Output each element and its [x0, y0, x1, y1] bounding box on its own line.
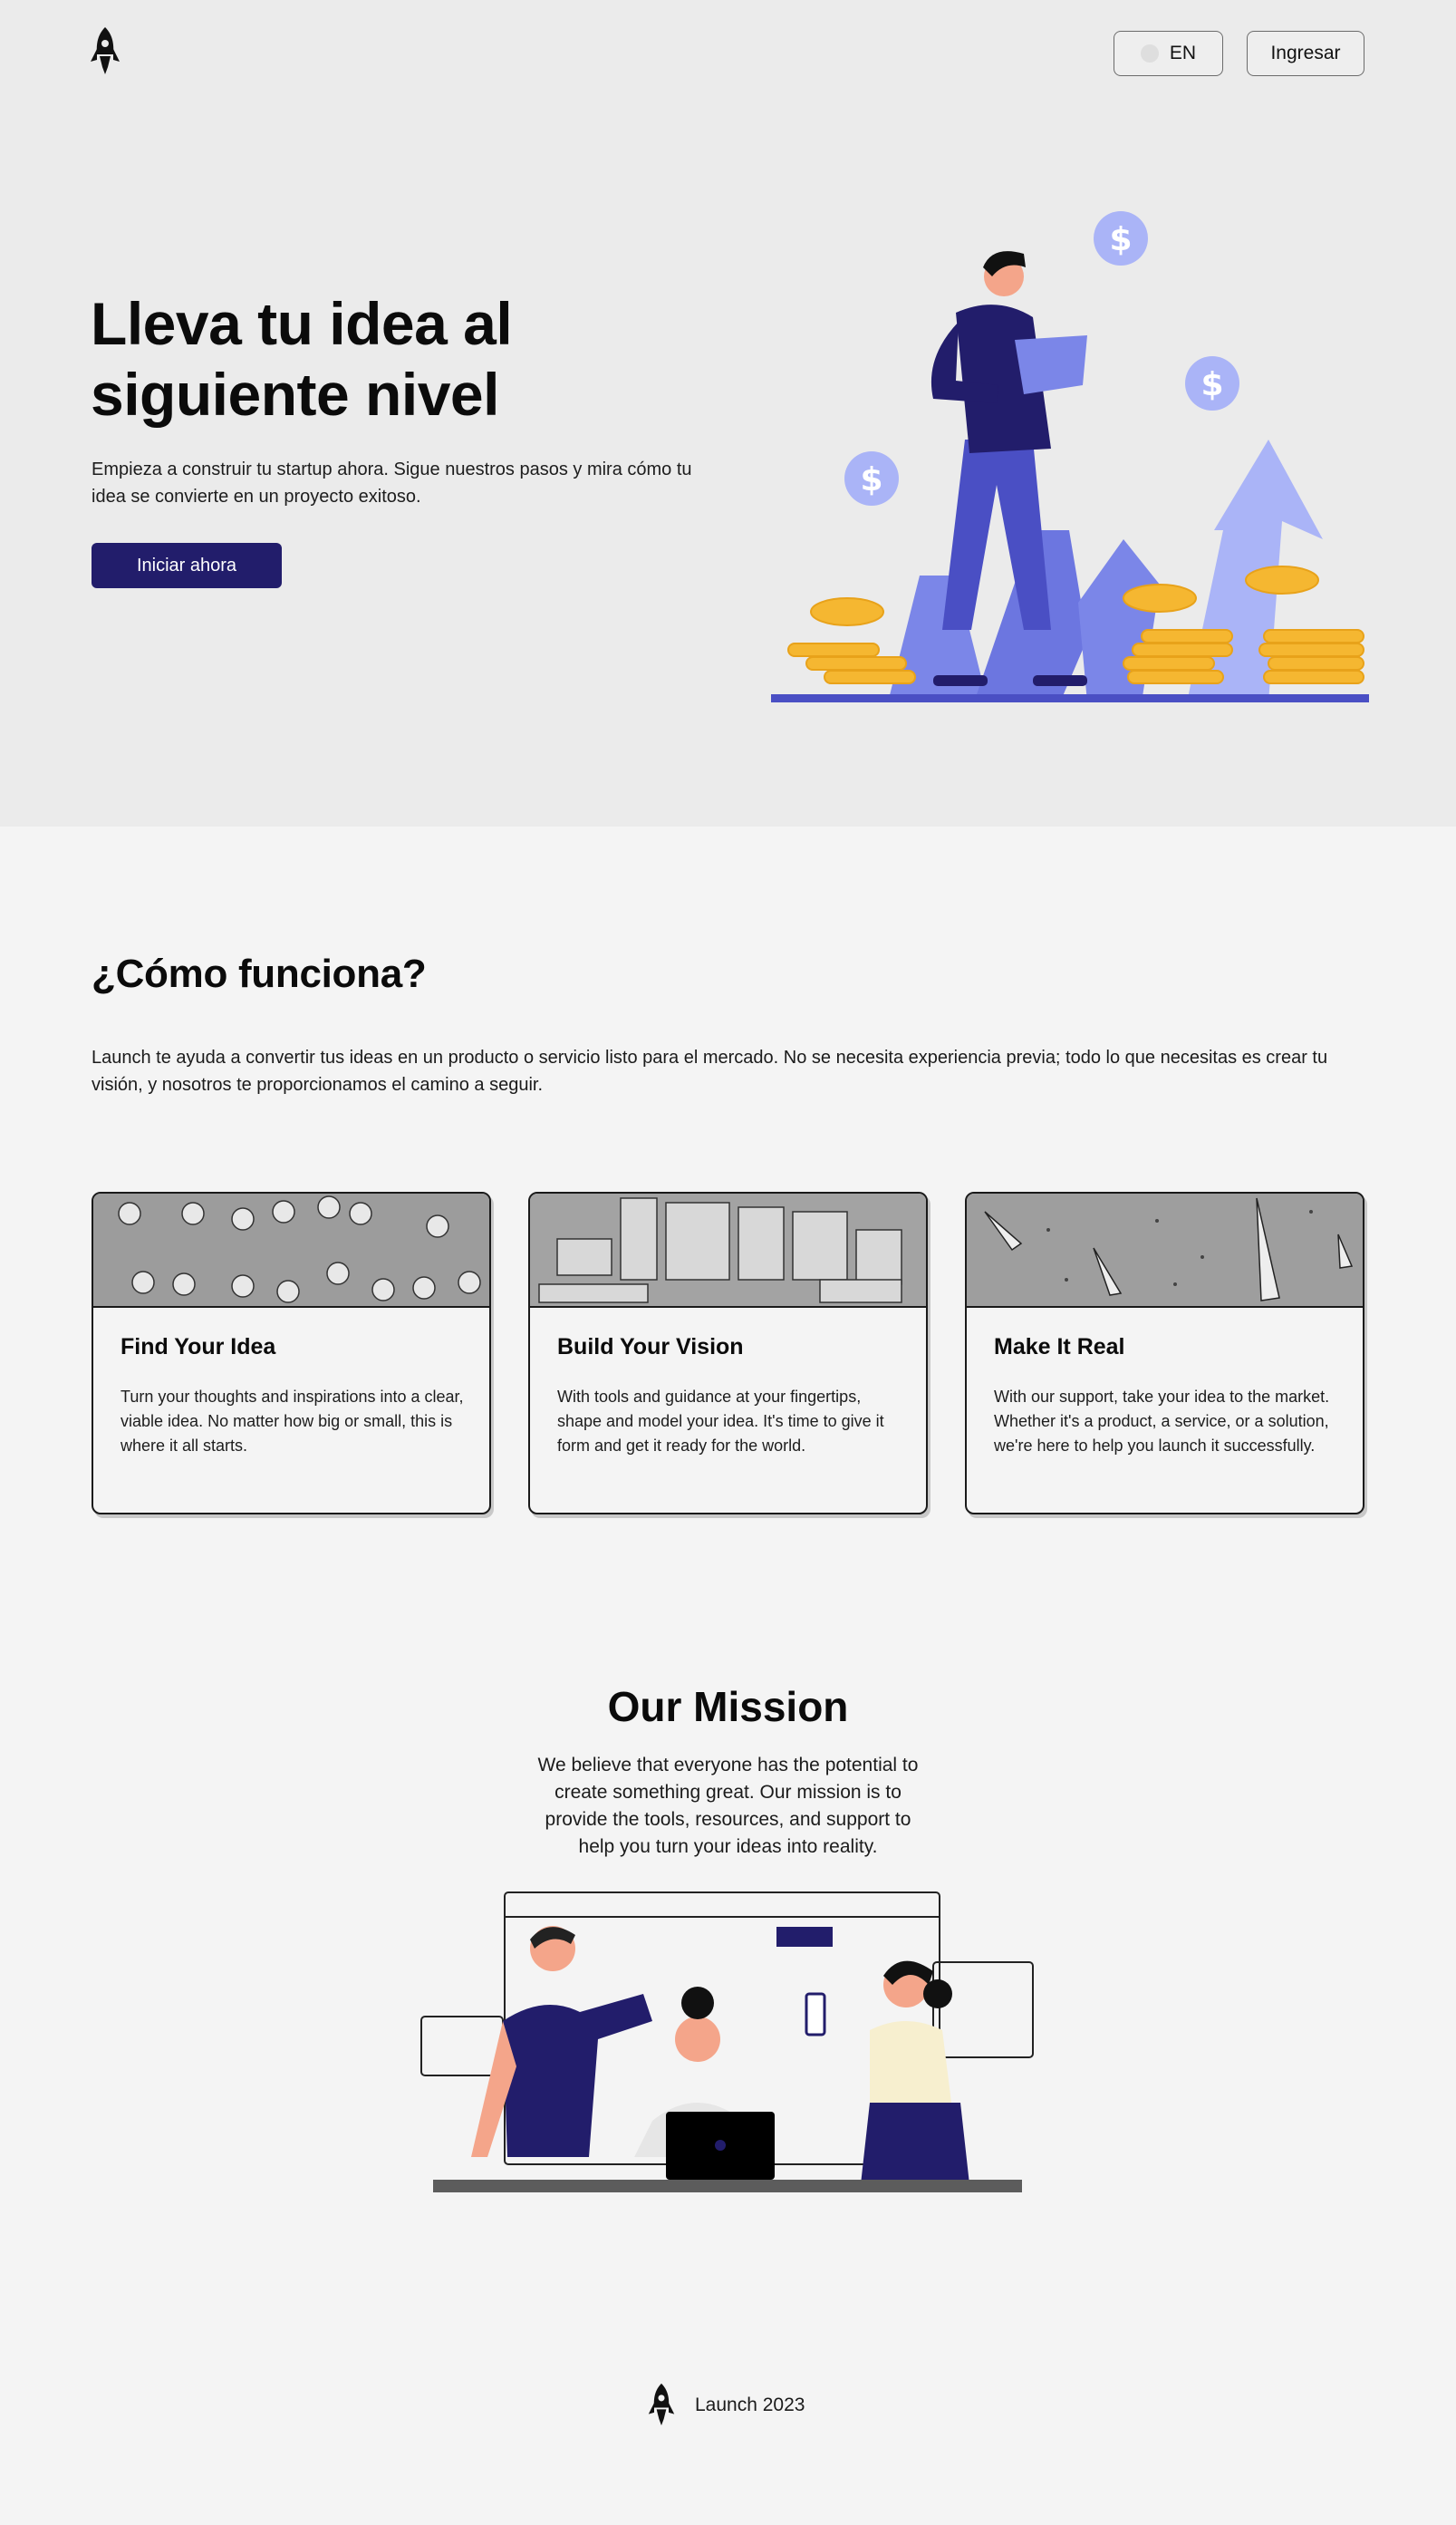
- language-label: EN: [1169, 43, 1197, 63]
- start-now-button[interactable]: Iniciar ahora: [92, 543, 282, 588]
- svg-text:$: $: [1109, 221, 1132, 258]
- card-title: Make It Real: [994, 1334, 1125, 1359]
- login-button[interactable]: Ingresar: [1247, 31, 1364, 76]
- language-button[interactable]: EN: [1114, 31, 1223, 76]
- card-text: Turn your thoughts and inspirations into…: [121, 1388, 464, 1455]
- footer: Launch 2023: [0, 2375, 1456, 2438]
- hero-title: Lleva tu idea al siguiente nivel: [91, 290, 513, 428]
- how-it-works-title: ¿Cómo funciona?: [92, 952, 427, 996]
- hero-illustration: $ $ $: [771, 211, 1369, 702]
- rockets-image: [967, 1194, 1363, 1308]
- card-text: With our support, take your idea to the …: [994, 1388, 1330, 1455]
- hero-section: EN Ingresar Lleva tu idea al siguiente n…: [0, 0, 1456, 827]
- card-build-vision: Build Your Vision With tools and guidanc…: [528, 1192, 928, 1514]
- how-it-works-description: Launch te ayuda a convertir tus ideas en…: [92, 1048, 1328, 1095]
- lightbulbs-image: [93, 1194, 489, 1308]
- team-illustration: [420, 1891, 1034, 2192]
- rocket-icon[interactable]: [647, 2382, 676, 2427]
- card-title: Find Your Idea: [121, 1334, 276, 1359]
- mission-text: We believe that everyone has the potenti…: [537, 1755, 919, 1857]
- svg-text:$: $: [860, 461, 882, 498]
- footer-text: Launch 2023: [695, 2394, 805, 2415]
- svg-text:$: $: [1200, 366, 1223, 403]
- globe-icon: [1140, 44, 1159, 63]
- card-text: With tools and guidance at your fingerti…: [557, 1388, 884, 1455]
- books-image: [530, 1194, 926, 1308]
- mission-title: Our Mission: [607, 1683, 849, 1730]
- card-find-idea: Find Your Idea Turn your thoughts and in…: [92, 1192, 491, 1514]
- card-title: Build Your Vision: [557, 1334, 744, 1359]
- rocket-icon[interactable]: [89, 25, 121, 76]
- hero-subtitle: Empieza a construir tu startup ahora. Si…: [92, 460, 692, 507]
- card-make-real: Make It Real With our support, take your…: [965, 1192, 1364, 1514]
